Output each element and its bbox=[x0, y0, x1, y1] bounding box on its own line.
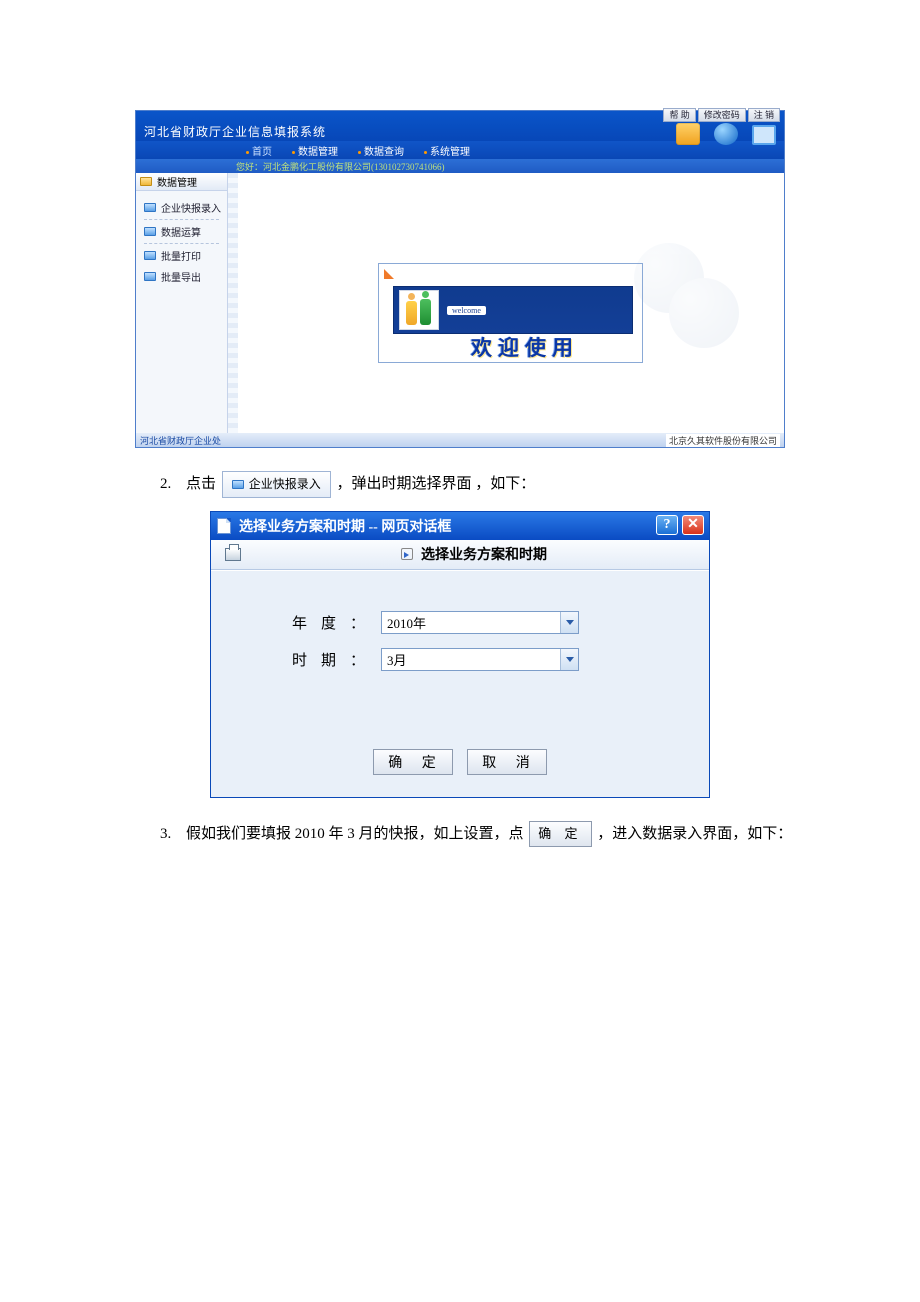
folder-icon bbox=[144, 251, 156, 260]
app-title: 河北省财政厅企业信息填报系统 bbox=[144, 123, 326, 140]
welcome-text: 欢迎使用 bbox=[471, 332, 633, 362]
sidebar-header: 数据管理 bbox=[136, 173, 227, 191]
watermark-graphic bbox=[634, 243, 744, 373]
sidebar-item-batch-export[interactable]: 批量导出 bbox=[136, 266, 227, 287]
chevron-icon bbox=[401, 548, 413, 560]
folder-icon bbox=[144, 203, 156, 212]
inline-confirm-button: 确 定 bbox=[529, 821, 591, 848]
folder-icon bbox=[140, 177, 152, 186]
menu-data-manage[interactable]: 数据管理 bbox=[292, 143, 338, 158]
footer-left: 河北省财政厅企业处 bbox=[140, 434, 221, 447]
sidebar-header-label: 数据管理 bbox=[157, 174, 197, 189]
dialog-toolbar: 选择业务方案和时期 bbox=[211, 540, 709, 570]
folder-icon bbox=[144, 227, 156, 236]
sidebar-item-label: 批量打印 bbox=[161, 248, 201, 263]
folder-icon bbox=[144, 272, 156, 281]
chevron-down-icon[interactable] bbox=[560, 612, 578, 633]
status-bar: 河北省财政厅企业处 北京久其软件股份有限公司 bbox=[136, 433, 784, 447]
period-label: 时期： bbox=[241, 649, 381, 670]
year-value: 2010年 bbox=[387, 613, 426, 632]
dialog-body: 年度： 2010年 时期： 3月 确 定 取 消 bbox=[211, 570, 709, 797]
logout-link[interactable]: 注 销 bbox=[748, 108, 780, 122]
app-header: 帮 助 修改密码 注 销 河北省财政厅企业信息填报系统 bbox=[136, 111, 784, 141]
page-icon bbox=[217, 518, 231, 534]
sidebar-item-label: 批量导出 bbox=[161, 269, 201, 284]
ok-button[interactable]: 确 定 bbox=[373, 749, 453, 775]
period-dialog: 选择业务方案和时期 -- 网页对话框 ? ✕ 选择业务方案和时期 年度： 201… bbox=[210, 511, 710, 798]
sidebar-item-label: 数据运算 bbox=[161, 224, 201, 239]
welcome-panel: welcome 欢迎使用 bbox=[378, 263, 643, 363]
dialog-subtitle: 选择业务方案和时期 bbox=[421, 544, 547, 564]
sidebar-item-label: 企业快报录入 bbox=[161, 200, 221, 215]
sidebar: 数据管理 企业快报录入 数据运算 批量打印 批量导出 bbox=[136, 173, 228, 433]
sidebar-item-quickreport[interactable]: 企业快报录入 bbox=[136, 197, 227, 218]
sidebar-item-batch-print[interactable]: 批量打印 bbox=[136, 245, 227, 266]
header-link-buttons: 帮 助 修改密码 注 销 bbox=[663, 108, 780, 122]
globe-icon[interactable] bbox=[714, 123, 738, 145]
instruction-step-2: 2. 点击 企业快报录入 ，弹出时期选择界面 ，如下： bbox=[160, 470, 810, 499]
inline-quickreport-button: 企业快报录入 bbox=[222, 471, 331, 498]
app-main-window: 帮 助 修改密码 注 销 河北省财政厅企业信息填报系统 首页 数据管理 数据查询… bbox=[135, 110, 785, 448]
dialog-close-button[interactable]: ✕ bbox=[682, 515, 704, 535]
folder-icon bbox=[232, 480, 244, 489]
period-value: 3月 bbox=[387, 650, 407, 669]
dialog-help-button[interactable]: ? bbox=[656, 515, 678, 535]
chevron-down-icon[interactable] bbox=[560, 649, 578, 670]
dialog-title-text: 选择业务方案和时期 -- 网页对话框 bbox=[239, 516, 451, 536]
menu-data-query[interactable]: 数据查询 bbox=[358, 143, 404, 158]
menu-sys-manage[interactable]: 系统管理 bbox=[424, 143, 470, 158]
footer-right: 北京久其软件股份有限公司 bbox=[666, 434, 780, 447]
instruction-step-3: 3. 假如我们要填报 2010 年 3 月的快报，如上设置，点 确 定 ，进入数… bbox=[160, 820, 810, 849]
year-label: 年度： bbox=[241, 612, 381, 633]
arrow-icon bbox=[382, 267, 396, 281]
year-combo[interactable]: 2010年 bbox=[381, 611, 579, 634]
content-canvas: welcome 欢迎使用 bbox=[228, 173, 784, 433]
dialog-titlebar: 选择业务方案和时期 -- 网页对话框 ? ✕ bbox=[211, 512, 709, 540]
menu-home[interactable]: 首页 bbox=[246, 143, 272, 158]
monitor-icon[interactable] bbox=[752, 125, 776, 145]
help-link[interactable]: 帮 助 bbox=[663, 108, 695, 122]
cancel-button[interactable]: 取 消 bbox=[467, 749, 547, 775]
print-icon[interactable] bbox=[225, 548, 241, 561]
greeting-bar: 您好：河北金鹏化工股份有限公司(130102730741066) bbox=[136, 159, 784, 173]
box-icon[interactable] bbox=[676, 123, 700, 145]
period-combo[interactable]: 3月 bbox=[381, 648, 579, 671]
sidebar-item-compute[interactable]: 数据运算 bbox=[136, 221, 227, 242]
header-icons bbox=[676, 123, 776, 145]
change-password-link[interactable]: 修改密码 bbox=[698, 108, 746, 122]
